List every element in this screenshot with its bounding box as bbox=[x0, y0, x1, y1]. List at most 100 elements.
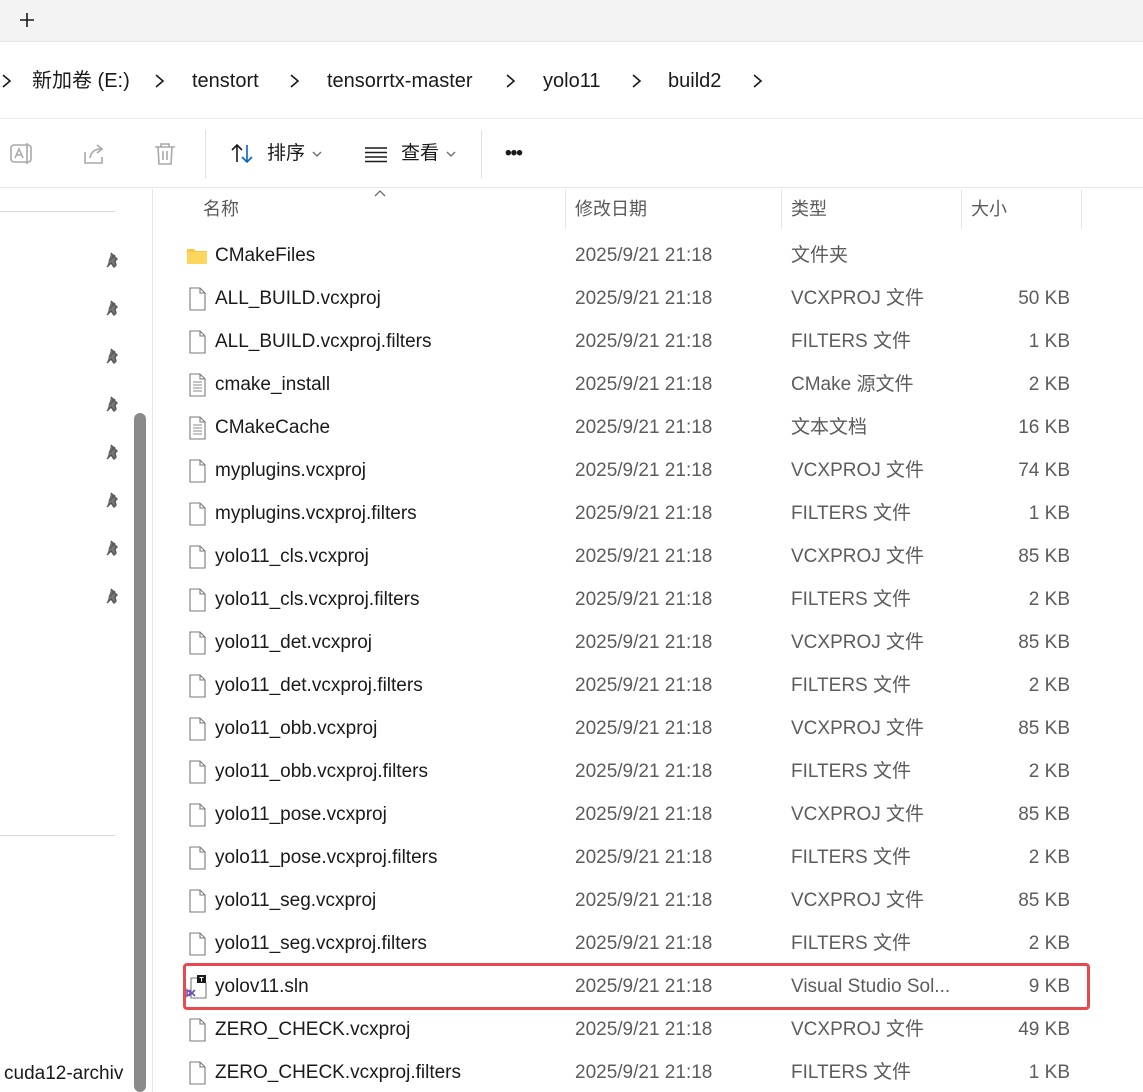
chevron-right-icon[interactable] bbox=[288, 73, 302, 89]
more-options-button[interactable]: ••• bbox=[505, 142, 523, 166]
breadcrumb-yolo11[interactable]: yolo11 bbox=[543, 67, 600, 95]
pin-icon[interactable] bbox=[104, 491, 122, 509]
file-modified-date: 2025/9/21 21:18 bbox=[575, 1019, 713, 1040]
file-name: yolo11_cls.vcxproj.filters bbox=[215, 589, 420, 610]
toolbar-divider bbox=[481, 130, 482, 178]
file-row[interactable]: yolo11_det.vcxproj.filters 2025/9/21 21:1… bbox=[153, 664, 1143, 707]
file-row[interactable]: ALL_BUILD.vcxproj 2025/9/21 21:18 VCXPROJ … bbox=[153, 277, 1143, 320]
file-row[interactable]: yolo11_seg.vcxproj 2025/9/21 21:18 VCXPROJ… bbox=[153, 879, 1143, 922]
file-size: 1 KB bbox=[1028, 503, 1070, 524]
address-bar[interactable]: 新加卷 (E:) tenstort tensorrtx-master yolo1… bbox=[0, 43, 1143, 119]
chevron-right-icon[interactable] bbox=[504, 73, 518, 89]
chevron-down-icon[interactable] bbox=[446, 150, 456, 158]
file-modified-date: 2025/9/21 21:18 bbox=[575, 589, 713, 610]
share-button[interactable] bbox=[80, 140, 108, 168]
column-divider[interactable] bbox=[781, 189, 782, 229]
file-type: FILTERS 文件 bbox=[791, 503, 911, 524]
file-row[interactable]: ZERO_CHECK.vcxproj 2025/9/21 21:18 VCXPROJ… bbox=[153, 1008, 1143, 1051]
rename-button[interactable] bbox=[8, 140, 36, 168]
file-icon bbox=[186, 286, 208, 312]
file-size: 85 KB bbox=[1018, 546, 1070, 567]
file-type: VCXPROJ 文件 bbox=[791, 890, 925, 911]
pin-icon[interactable] bbox=[104, 251, 122, 269]
file-name: yolo11_obb.vcxproj bbox=[215, 718, 378, 739]
file-row[interactable]: CMakeFiles 2025/9/21 21:18 文件夹 bbox=[153, 234, 1143, 277]
file-row[interactable]: ZERO_CHECK.vcxproj.filters 2025/9/21 21:1… bbox=[153, 1051, 1143, 1092]
file-row[interactable]: ALL_BUILD.vcxproj.filters 2025/9/21 21:18… bbox=[153, 320, 1143, 363]
file-type: CMake 源文件 bbox=[791, 374, 914, 395]
file-icon bbox=[186, 544, 208, 570]
plus-icon bbox=[20, 13, 34, 27]
file-row[interactable]: yolo11_cls.vcxproj.filters 2025/9/21 21:1… bbox=[153, 578, 1143, 621]
column-header-name[interactable]: 名称 bbox=[203, 189, 239, 229]
file-row[interactable]: cmake_install 2025/9/21 21:18 CMake 源文件 2 K… bbox=[153, 363, 1143, 406]
breadcrumb-drive[interactable]: 新加卷 (E:) bbox=[32, 67, 130, 95]
file-row[interactable]: yolo11_pose.vcxproj.filters 2025/9/21 21:… bbox=[153, 836, 1143, 879]
breadcrumb-build2[interactable]: build2 bbox=[668, 67, 721, 95]
file-size: 2 KB bbox=[1028, 374, 1070, 395]
file-type: FILTERS 文件 bbox=[791, 1062, 911, 1083]
file-type: VCXPROJ 文件 bbox=[791, 460, 925, 481]
file-icon bbox=[186, 931, 208, 957]
chevron-right-icon[interactable] bbox=[0, 73, 14, 89]
file-modified-date: 2025/9/21 21:18 bbox=[575, 460, 713, 481]
file-size: 85 KB bbox=[1018, 890, 1070, 911]
chevron-right-icon[interactable] bbox=[751, 73, 765, 89]
file-row[interactable]: myplugins.vcxproj.filters 2025/9/21 21:18… bbox=[153, 492, 1143, 535]
column-header-type[interactable]: 类型 bbox=[791, 189, 827, 229]
delete-button[interactable] bbox=[151, 140, 179, 168]
file-name: CMakeFiles bbox=[215, 245, 316, 266]
nav-scrollbar-thumb[interactable] bbox=[134, 413, 146, 1092]
file-row[interactable]: yolo11_obb.vcxproj.filters 2025/9/21 21:1… bbox=[153, 750, 1143, 793]
pin-icon[interactable] bbox=[104, 443, 122, 461]
file-modified-date: 2025/9/21 21:18 bbox=[575, 245, 713, 266]
pin-icon[interactable] bbox=[104, 299, 122, 317]
new-tab-button[interactable] bbox=[12, 5, 42, 35]
file-row[interactable]: yolo11_pose.vcxproj 2025/9/21 21:18 VCXPRO… bbox=[153, 793, 1143, 836]
pin-icon[interactable] bbox=[104, 587, 122, 605]
file-name: myplugins.vcxproj bbox=[215, 460, 366, 481]
pin-icon[interactable] bbox=[104, 395, 122, 413]
column-divider[interactable] bbox=[565, 189, 566, 229]
view-button[interactable] bbox=[362, 140, 390, 168]
breadcrumb-tensorrtx-master[interactable]: tensorrtx-master bbox=[327, 67, 473, 95]
file-icon bbox=[186, 458, 208, 484]
chevron-right-icon[interactable] bbox=[153, 73, 167, 89]
sort-button[interactable] bbox=[228, 140, 256, 168]
file-type: FILTERS 文件 bbox=[791, 933, 911, 954]
file-row[interactable]: yolo11_cls.vcxproj 2025/9/21 21:18 VCXPROJ… bbox=[153, 535, 1143, 578]
chevron-down-icon[interactable] bbox=[312, 150, 322, 158]
text-file-icon bbox=[186, 415, 208, 441]
view-label[interactable]: 查看 bbox=[401, 142, 439, 166]
file-modified-date: 2025/9/21 21:18 bbox=[575, 546, 713, 567]
file-list: 名称 修改日期 类型 大小 CMakeFiles 2025/9/21 21:18 文… bbox=[153, 189, 1143, 1092]
pin-icon[interactable] bbox=[104, 539, 122, 557]
delete-icon bbox=[155, 143, 175, 165]
column-header-size[interactable]: 大小 bbox=[971, 189, 1007, 229]
file-modified-date: 2025/9/21 21:18 bbox=[575, 1062, 713, 1083]
column-header-date[interactable]: 修改日期 bbox=[575, 189, 647, 229]
file-row[interactable]: myplugins.vcxproj 2025/9/21 21:18 VCXPROJ … bbox=[153, 449, 1143, 492]
file-modified-date: 2025/9/21 21:18 bbox=[575, 718, 713, 739]
nav-divider bbox=[0, 835, 115, 836]
file-row[interactable]: yolo11_seg.vcxproj.filters 2025/9/21 21:1… bbox=[153, 922, 1143, 965]
file-row[interactable]: yolo11_obb.vcxproj 2025/9/21 21:18 VCXPROJ… bbox=[153, 707, 1143, 750]
chevron-right-icon[interactable] bbox=[630, 73, 644, 89]
file-size: 1 KB bbox=[1028, 1062, 1070, 1083]
file-icon bbox=[186, 802, 208, 828]
file-modified-date: 2025/9/21 21:18 bbox=[575, 761, 713, 782]
pin-icon[interactable] bbox=[104, 347, 122, 365]
file-row[interactable]: yolo11_det.vcxproj 2025/9/21 21:18 VCXPROJ… bbox=[153, 621, 1143, 664]
file-row[interactable]: CMakeCache 2025/9/21 21:18 文本文档 16 KB bbox=[153, 406, 1143, 449]
nav-item-cuda12-archive[interactable]: cuda12-archiv bbox=[4, 1063, 134, 1085]
file-modified-date: 2025/9/21 21:18 bbox=[575, 503, 713, 524]
file-name: ALL_BUILD.vcxproj bbox=[215, 288, 381, 309]
rename-icon bbox=[10, 143, 32, 164]
breadcrumb-tenstort[interactable]: tenstort bbox=[192, 67, 259, 95]
file-name: yolo11_pose.vcxproj.filters bbox=[215, 847, 438, 868]
file-icon bbox=[186, 329, 208, 355]
file-icon bbox=[186, 630, 208, 656]
sort-label[interactable]: 排序 bbox=[267, 142, 305, 166]
column-divider[interactable] bbox=[1081, 189, 1082, 229]
column-divider[interactable] bbox=[961, 189, 962, 229]
